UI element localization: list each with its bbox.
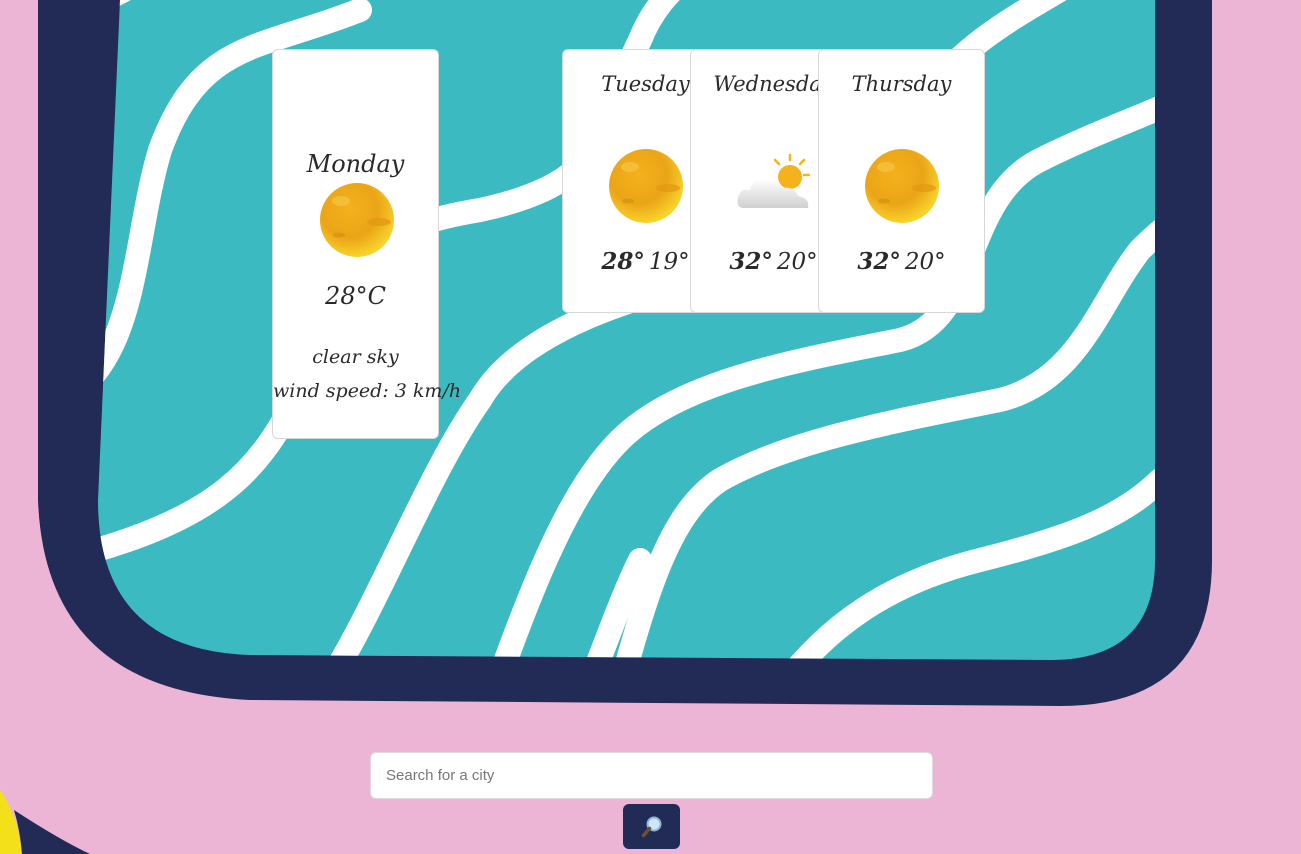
sun-icon: [865, 149, 939, 223]
today-weather-card: Monday 28°C clear sky wind speed: 3 km/h: [272, 49, 462, 439]
today-description: clear sky: [312, 346, 399, 368]
forecast-min-temp: 20°: [904, 249, 946, 275]
forecast-min-temp: 19°: [648, 249, 690, 275]
search-button[interactable]: [623, 804, 680, 849]
forecast-temperatures: 32° 20°: [819, 248, 984, 275]
today-temperature: 28°C: [325, 282, 386, 310]
sun-icon: [320, 183, 394, 257]
forecast-max-temp: 28°: [601, 248, 645, 275]
forecast-day-name: Thursday: [851, 72, 952, 96]
city-search-input[interactable]: [370, 752, 933, 799]
today-wind-speed: wind speed: 3 km/h: [273, 380, 462, 402]
forecast-max-temp: 32°: [729, 248, 773, 275]
forecast-max-temp: 32°: [857, 248, 901, 275]
partly-cloudy-icon: [737, 153, 811, 208]
forecast-card-thursday: Thursday 32° 20°: [818, 49, 985, 313]
today-day-name: Monday: [306, 150, 405, 178]
sun-icon: [609, 149, 683, 223]
forecast-min-temp: 20°: [776, 249, 818, 275]
search-icon: [641, 816, 661, 837]
